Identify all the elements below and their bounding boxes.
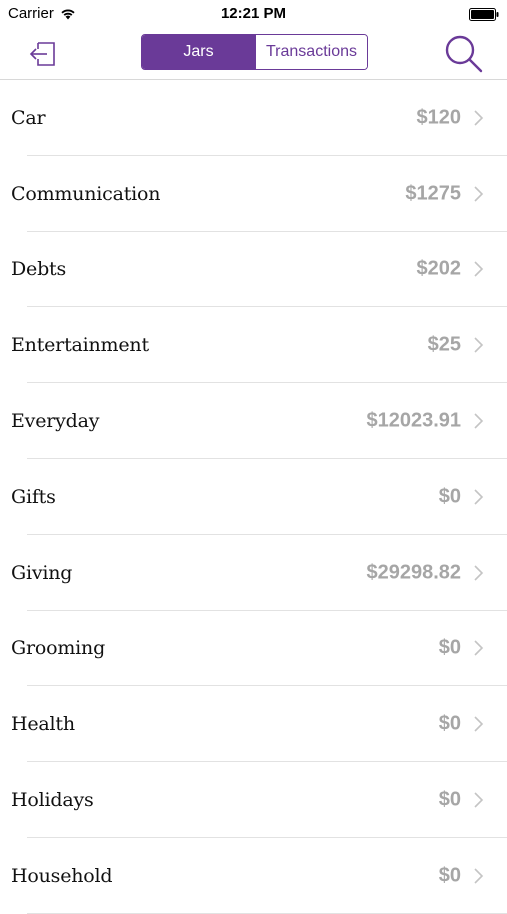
status-bar: Carrier 12:21 PM [0,0,507,28]
jar-amount: $202 [416,257,462,280]
jar-amount: $25 [427,333,461,356]
logout-button[interactable] [26,37,60,71]
jar-amount: $0 [438,636,461,659]
jar-name: Holidays [11,789,94,812]
view-segmented-control: Jars Transactions [141,34,368,70]
jar-row[interactable]: Giving $29298.82 [0,535,507,611]
jar-row[interactable]: Entertainment $25 [0,307,507,384]
jar-amount: $12023.91 [366,409,461,432]
jar-row[interactable]: Household $0 [0,838,507,914]
jar-amount: $0 [438,485,461,508]
status-time: 12:21 PM [220,5,287,22]
jar-name: Gifts [11,485,56,508]
chevron-right-icon [474,261,484,278]
jar-name: Communication [11,182,161,205]
jar-name: Entertainment [11,334,149,357]
jar-name: Health [11,713,75,736]
jar-row[interactable]: Car $120 [0,80,507,156]
chevron-right-icon [474,337,484,353]
jar-amount: $29298.82 [366,561,461,584]
jar-row[interactable]: Everyday $12023.91 [0,383,507,459]
jar-name: Debts [11,258,67,281]
jar-amount: $120 [416,106,462,129]
chevron-right-icon [474,640,484,657]
battery-icon [469,8,499,21]
jar-row[interactable]: Debts $202 [0,232,507,308]
jar-name: Grooming [11,637,106,660]
jar-row[interactable]: Holidays $0 [0,762,507,838]
jar-name: Household [11,864,113,887]
chevron-right-icon [474,186,484,202]
search-icon [445,35,483,73]
jar-name: Everyday [11,410,100,433]
chevron-right-icon [474,716,484,732]
jar-amount: $0 [438,712,461,735]
jar-row[interactable]: Communication $1275 [0,156,507,232]
jar-amount: $1275 [405,182,461,205]
jar-row[interactable]: Gifts $0 [0,459,507,535]
chevron-right-icon [474,792,484,808]
jar-amount: $0 [438,864,461,887]
jar-row[interactable]: Health $0 [0,686,507,763]
chevron-right-icon [474,489,484,505]
segment-jars[interactable]: Jars [142,35,255,69]
segment-transactions[interactable]: Transactions [255,35,367,69]
chevron-right-icon [474,868,484,884]
jar-name: Giving [11,561,73,584]
chevron-right-icon [474,565,484,581]
jar-row[interactable]: Grooming $0 [0,611,507,687]
jar-name: Car [11,106,46,129]
search-button[interactable] [442,32,486,76]
chevron-right-icon [474,413,484,429]
jars-list: Car $120 Communication $1275 Debts $202 Entert… [0,80,507,914]
logout-arrow-icon [29,42,55,66]
navigation-bar: Jars Transactions [0,28,507,80]
chevron-right-icon [474,110,484,126]
jar-amount: $0 [438,788,461,811]
